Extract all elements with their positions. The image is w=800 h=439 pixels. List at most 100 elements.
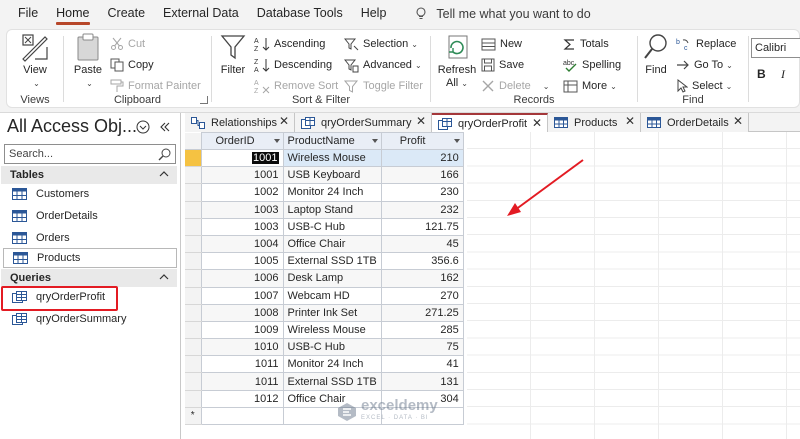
view-label: View xyxy=(23,64,47,76)
document-tabs: Relationships ✕ qryOrderSummary ✕ qryOrd… xyxy=(185,113,800,132)
tell-me-box[interactable]: Tell me what you want to do xyxy=(415,0,591,27)
menu-file[interactable]: File xyxy=(0,0,47,27)
advanced-button[interactable]: Advanced ⌄ xyxy=(344,55,422,75)
nav-table-orders[interactable]: Orders xyxy=(3,228,177,248)
nav-table-products[interactable]: Products xyxy=(3,248,177,268)
sort-descending-button[interactable]: ZA Descending xyxy=(254,55,332,75)
bold-button[interactable]: B xyxy=(757,67,766,81)
nav-pane-title[interactable]: All Access Obj... xyxy=(7,116,137,137)
selection-dropdown-icon: ⌄ xyxy=(411,39,418,49)
format-painter-button[interactable]: Format Painter xyxy=(110,76,201,96)
refresh-all-button[interactable]: Refresh All ⌄ xyxy=(437,32,477,90)
svg-text:b: b xyxy=(676,39,680,46)
find-button[interactable]: Find xyxy=(640,32,672,77)
svg-text:Z: Z xyxy=(254,59,259,66)
queries-section-label: Queries xyxy=(10,272,51,284)
select-dropdown-icon: ⌄ xyxy=(725,81,733,91)
close-icon[interactable]: ✕ xyxy=(532,116,542,130)
save-icon xyxy=(481,58,495,72)
queries-section-header[interactable]: Queries xyxy=(1,269,177,287)
clipboard-dialog-launcher[interactable] xyxy=(200,96,208,104)
paste-button[interactable]: Paste ⌄ xyxy=(70,32,106,90)
remove-sort-button[interactable]: AZ Remove Sort xyxy=(254,76,338,96)
tab-qryorderprofit[interactable]: qryOrderProfit ✕ xyxy=(432,113,548,132)
query-icon xyxy=(12,312,27,325)
close-icon[interactable]: ✕ xyxy=(279,114,289,128)
menu-help[interactable]: Help xyxy=(352,0,396,27)
go-to-button[interactable]: Go To ⌄ xyxy=(676,55,733,75)
close-icon[interactable]: ✕ xyxy=(625,114,635,128)
relationships-icon xyxy=(191,116,205,129)
save-record-button[interactable]: Save xyxy=(481,55,524,75)
spelling-icon: abc xyxy=(563,60,577,72)
close-icon[interactable]: ✕ xyxy=(733,114,743,128)
view-dropdown-icon: ⌄ xyxy=(33,79,40,88)
annotation-arrow-layer xyxy=(507,159,584,216)
scissors-icon xyxy=(111,37,123,50)
tab-products[interactable]: Products ✕ xyxy=(548,113,641,132)
copy-button[interactable]: Copy xyxy=(110,55,154,75)
filter-button[interactable]: Filter xyxy=(217,32,249,77)
spelling-button[interactable]: abc Spelling xyxy=(563,55,621,75)
delete-dropdown-icon: ⌄ xyxy=(542,81,550,91)
sort-ascending-button[interactable]: AZ Ascending xyxy=(254,34,325,54)
nav-search-input[interactable]: Search... xyxy=(4,144,176,164)
table-icon xyxy=(12,210,27,222)
advanced-dropdown-icon: ⌄ xyxy=(414,60,422,70)
nav-item-label: Orders xyxy=(36,232,70,244)
tab-label: Products xyxy=(574,116,618,129)
close-icon[interactable]: ✕ xyxy=(416,114,426,128)
filter-label: Filter xyxy=(220,64,246,76)
menu-external-data[interactable]: External Data xyxy=(154,0,248,27)
new-record-button[interactable]: New xyxy=(481,34,522,54)
save-label: Save xyxy=(499,59,525,71)
refresh-icon xyxy=(448,35,468,59)
font-name-box[interactable]: Calibri xyxy=(751,38,800,58)
view-button[interactable]: View ⌄ xyxy=(17,32,53,90)
clipboard-group: Paste ⌄ Cut Copy Format Painter Clipboard xyxy=(64,30,211,108)
toggle-filter-button[interactable]: Toggle Filter xyxy=(344,76,423,96)
shutter-bar-close-icon[interactable] xyxy=(158,121,170,133)
menu-database-tools[interactable]: Database Tools xyxy=(248,0,352,27)
selection-button[interactable]: Selection ⌄ xyxy=(344,34,418,54)
nav-menu-dropdown-icon[interactable] xyxy=(136,120,150,134)
highlight-box xyxy=(1,286,118,311)
watermark: exceldemy EXCEL · DATA · BI xyxy=(337,398,438,424)
copy-label: Copy xyxy=(128,59,154,71)
tables-section-header[interactable]: Tables xyxy=(1,166,177,184)
nav-item-label: OrderDetails xyxy=(36,210,98,222)
menu-bar: File Home Create External Data Database … xyxy=(0,0,800,27)
totals-button[interactable]: Totals xyxy=(563,34,609,54)
delete-record-button[interactable]: Delete ⌄ xyxy=(481,76,550,96)
cut-button[interactable]: Cut xyxy=(110,34,145,54)
select-button[interactable]: Select ⌄ xyxy=(676,76,732,96)
advanced-filter-icon xyxy=(344,59,359,72)
search-icon[interactable] xyxy=(158,147,172,161)
nav-table-orderdetails[interactable]: OrderDetails xyxy=(3,206,177,226)
text-formatting-group: Calibri B I xyxy=(749,30,800,108)
menu-home[interactable]: Home xyxy=(47,0,98,27)
exceldemy-logo-icon xyxy=(338,403,356,421)
views-group: View ⌄ Views xyxy=(7,30,63,108)
clipboard-group-label: Clipboard xyxy=(113,94,162,106)
tab-relationships[interactable]: Relationships ✕ xyxy=(185,113,295,132)
chevron-up-icon xyxy=(159,274,169,280)
nav-table-customers[interactable]: Customers xyxy=(3,184,177,204)
copy-icon xyxy=(110,58,124,72)
find-group: Find bc Replace Go To ⌄ Select ⌄ Find xyxy=(638,30,748,108)
red-arrow-icon xyxy=(507,159,584,216)
remove-sort-label: Remove Sort xyxy=(274,80,339,92)
menu-create[interactable]: Create xyxy=(99,0,155,27)
more-button[interactable]: More ⌄ xyxy=(563,76,617,96)
nav-query-qryordersummary[interactable]: qryOrderSummary xyxy=(3,309,177,329)
query-icon xyxy=(301,116,315,129)
italic-button[interactable]: I xyxy=(781,67,785,82)
tab-orderdetails[interactable]: OrderDetails ✕ xyxy=(641,113,749,132)
views-group-label: Views xyxy=(20,94,50,106)
tab-qryordersummary[interactable]: qryOrderSummary ✕ xyxy=(295,113,432,132)
advanced-label: Advanced xyxy=(363,59,412,71)
replace-button[interactable]: bc Replace xyxy=(676,34,736,54)
svg-text:A: A xyxy=(254,38,259,45)
replace-icon: bc xyxy=(676,39,689,51)
table-icon xyxy=(12,188,27,200)
